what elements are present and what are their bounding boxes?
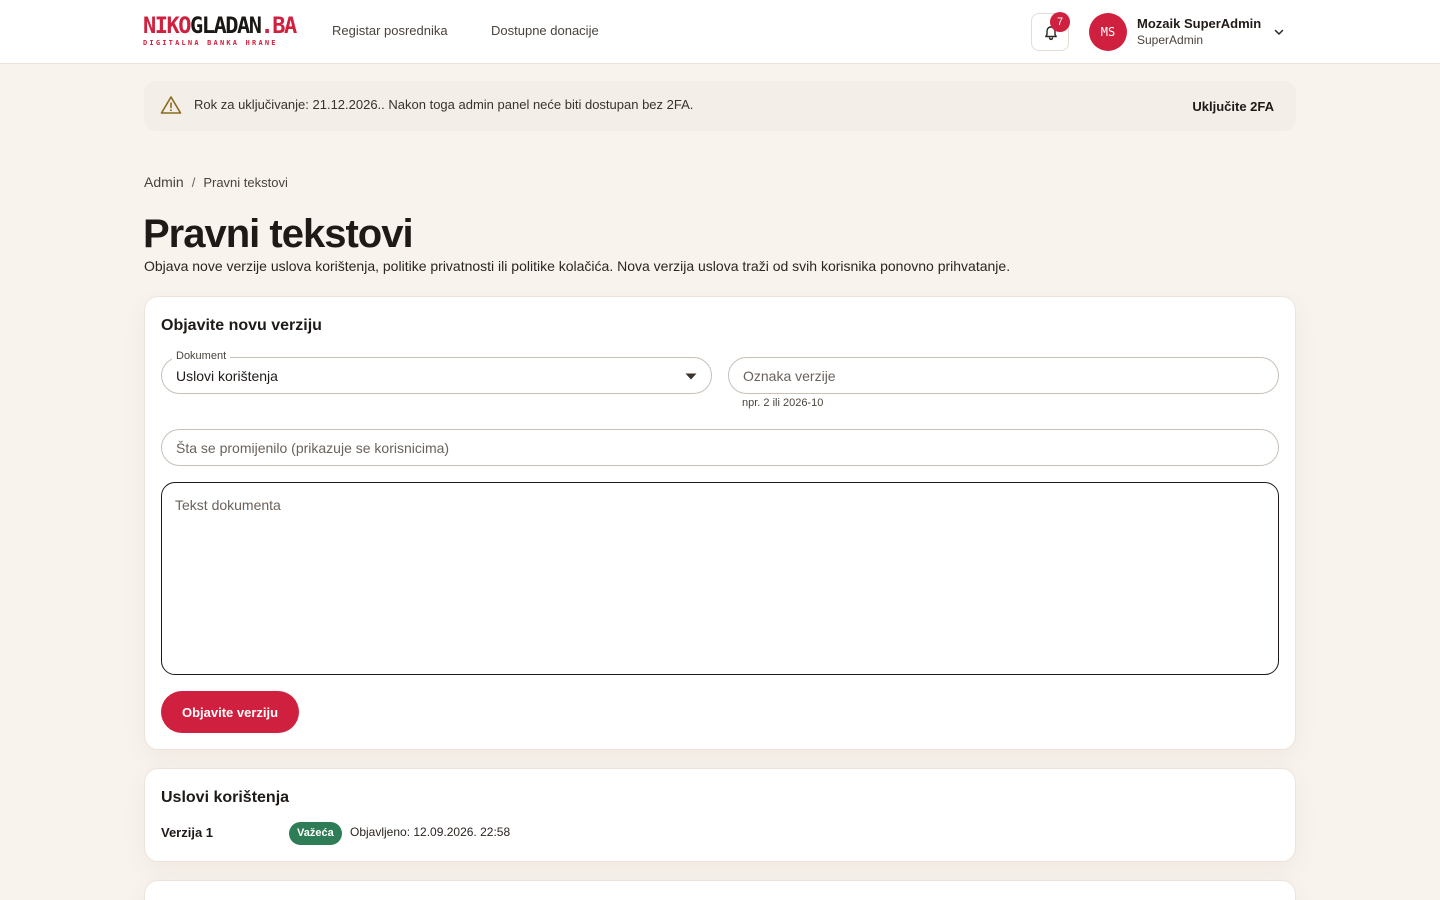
user-role: SuperAdmin [1137,33,1204,47]
nav-link-registar-posrednika[interactable]: Registar posrednika [332,22,448,40]
logo-wordmark: NIKOGLADAN.BA [143,14,297,39]
publish-form-title: Objavite novu verziju [161,317,322,334]
publish-version-button[interactable]: Objavite verziju [161,691,299,733]
document-versions-card: Uslovi korištenja Verzija 1 Važeća Objav… [144,768,1296,862]
avatar[interactable]: MS [1089,13,1127,51]
top-bar: NIKOGLADAN.BA DIGITALNA BANKA HRANE Regi… [0,0,1440,64]
chevron-down-icon[interactable] [1273,26,1285,38]
enable-2fa-button[interactable]: Uključite 2FA [1192,99,1274,114]
changes-input[interactable] [176,430,1264,465]
breadcrumb-admin-link[interactable]: Admin [144,174,184,190]
document-select-value: Uslovi korištenja [176,368,278,384]
user-name[interactable]: Mozaik SuperAdmin [1137,16,1261,31]
publish-version-card: Objavite novu verziju Dokument Uslovi ko… [144,296,1296,750]
caret-down-icon [685,373,697,380]
page-title: Pravni tekstovi [143,212,414,256]
nav-link-dostupne-donacije[interactable]: Dostupne donacije [491,22,599,40]
status-badge: Važeća [289,822,342,845]
changes-field[interactable] [161,429,1279,466]
version-label-helper: npr. 2 ili 2026-10 [742,397,824,409]
breadcrumb-separator: / [191,175,196,190]
notification-count-badge: 7 [1050,12,1070,32]
breadcrumb-current: Pravni tekstovi [203,175,288,190]
page-description: Objava nove verzije uslova korištenja, p… [144,258,1011,274]
document-text-input[interactable] [175,497,1265,660]
version-label-input[interactable] [743,358,1264,393]
site-logo[interactable]: NIKOGLADAN.BA DIGITALNA BANKA HRANE [143,14,297,48]
version-label: Verzija 1 [161,825,214,840]
document-text-field[interactable] [161,482,1279,675]
two-factor-alert: Rok za uključivanje: 21.12.2026.. Nakon … [144,81,1296,131]
document-select[interactable]: Dokument Uslovi korištenja [161,350,712,394]
logo-tagline: DIGITALNA BANKA HRANE [143,39,278,47]
document-title: Uslovi korištenja [161,789,290,806]
next-document-card [144,880,1296,900]
breadcrumb: Admin / Pravni tekstovi [144,174,288,190]
alert-message: Rok za uključivanje: 21.12.2026.. Nakon … [194,97,694,112]
published-date: Objavljeno: 12.09.2026. 22:58 [350,825,511,839]
document-select-label: Dokument [172,350,231,362]
warning-icon [160,96,182,114]
version-label-field[interactable] [728,357,1279,394]
